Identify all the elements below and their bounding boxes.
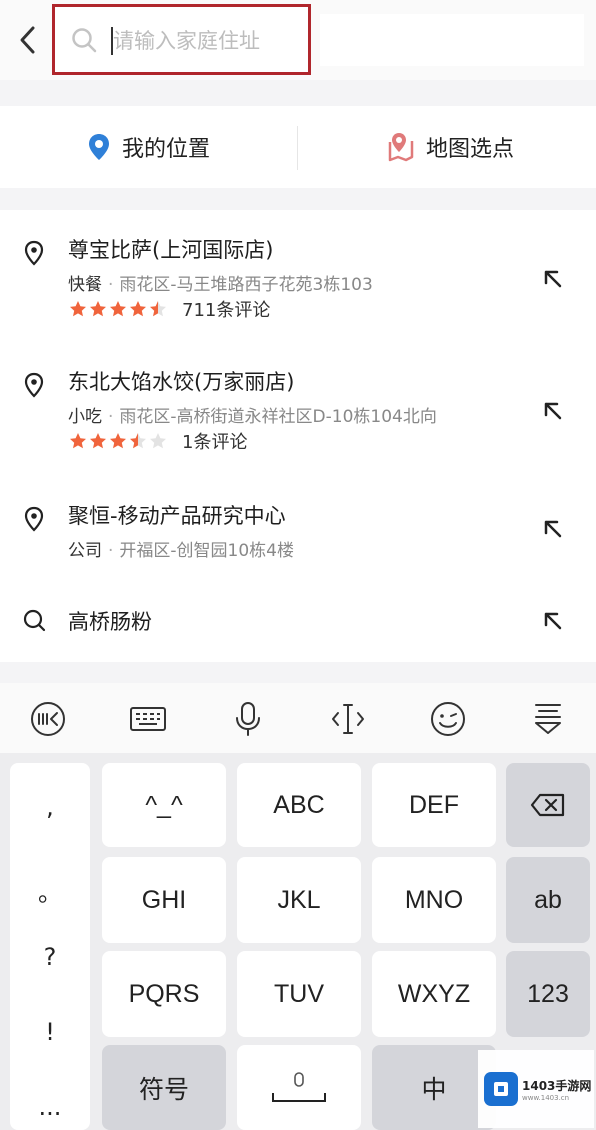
star-icon — [130, 301, 146, 317]
key-tuv[interactable]: TUV — [237, 951, 361, 1037]
space-mic-icon — [272, 1071, 326, 1102]
punct-key[interactable]: ? — [10, 943, 90, 971]
my-location-button[interactable]: 我的位置 — [88, 106, 210, 188]
key-emoticon[interactable]: ^_^ — [102, 763, 226, 847]
result-category: 公司 — [68, 541, 102, 561]
pin-icon — [24, 240, 44, 266]
emoji-icon[interactable] — [428, 699, 468, 739]
punct-key[interactable]: , — [10, 793, 90, 821]
watermark: 1403手游网 www.1403.cn — [478, 1050, 594, 1128]
result-item[interactable]: 东北大馅水饺(万家丽店) 小吃 · 雨花区-高桥街道永祥社区D-10栋104北向 1… — [0, 362, 596, 482]
star-rating — [68, 300, 168, 318]
star-icon — [90, 301, 106, 317]
hide-keyboard-icon[interactable] — [528, 699, 568, 739]
punctuation-column[interactable]: , 。 ? ! ... — [10, 763, 90, 1130]
space-key[interactable] — [237, 1045, 361, 1130]
star-icon — [70, 301, 86, 317]
star-icon — [150, 301, 166, 317]
divider — [297, 126, 298, 170]
microphone-icon[interactable] — [228, 699, 268, 739]
fill-arrow-icon[interactable] — [540, 398, 566, 424]
location-pin-icon — [89, 134, 109, 160]
backspace-icon — [530, 793, 565, 817]
back-icon[interactable] — [14, 24, 42, 56]
result-item[interactable]: 尊宝比萨(上河国际店) 快餐 · 雨花区-马王堆路西子花苑3栋103 711条评论 — [0, 230, 596, 350]
location-bar: 我的位置 地图选点 — [0, 106, 596, 188]
star-rating — [68, 432, 168, 450]
review-count: 711条评论 — [182, 300, 271, 321]
key-jkl[interactable]: JKL — [237, 857, 361, 943]
address-search-input[interactable] — [113, 21, 303, 61]
keyboard-icon[interactable] — [128, 699, 168, 739]
result-address: 雨花区-高桥街道永祥社区D-10栋104北向 — [119, 407, 437, 427]
my-location-label: 我的位置 — [122, 137, 211, 162]
key-def[interactable]: DEF — [372, 763, 496, 847]
result-rating: 1条评论 — [68, 428, 247, 454]
search-icon — [23, 609, 46, 632]
key-ab[interactable]: ab — [506, 857, 590, 943]
watermark-url: www.1403.cn — [522, 1093, 570, 1102]
search-suggestion-item[interactable]: 高桥肠粉 — [0, 600, 596, 650]
result-item[interactable]: 聚恒-移动产品研究中心 公司 · 开福区-创智园10栋4楼 — [0, 496, 596, 586]
ime-logo-icon[interactable] — [28, 699, 68, 739]
review-count: 1条评论 — [182, 432, 248, 453]
result-title: 聚恒-移动产品研究中心 — [68, 504, 286, 528]
result-address: 开福区-创智园10栋4楼 — [119, 541, 294, 561]
pin-icon — [24, 372, 44, 398]
map-pick-label: 地图选点 — [426, 137, 515, 162]
map-pin-icon — [388, 133, 414, 162]
keyboard-toolbar — [0, 683, 596, 753]
key-123[interactable]: 123 — [506, 951, 590, 1037]
search-icon — [72, 28, 97, 53]
fill-arrow-icon[interactable] — [540, 608, 566, 634]
search-results-list: 尊宝比萨(上河国际店) 快餐 · 雨花区-马王堆路西子花苑3栋103 711条评论 … — [0, 210, 596, 662]
result-address: 雨花区-马王堆路西子花苑3栋103 — [119, 275, 373, 295]
fill-arrow-icon[interactable] — [540, 516, 566, 542]
suggestion-title: 高桥肠粉 — [68, 610, 152, 634]
key-pqrs[interactable]: PQRS — [102, 951, 226, 1037]
key-abc[interactable]: ABC — [237, 763, 361, 847]
map-pick-button[interactable]: 地图选点 — [386, 106, 514, 188]
backspace-key[interactable] — [506, 763, 590, 847]
result-subtitle: 小吃 · 雨花区-高桥街道永祥社区D-10栋104北向 — [68, 407, 437, 427]
result-title: 东北大馅水饺(万家丽店) — [68, 370, 295, 394]
star-icon — [90, 433, 106, 449]
result-category: 快餐 — [68, 275, 102, 295]
star-icon — [110, 433, 126, 449]
punct-key[interactable]: 。 — [10, 873, 90, 908]
star-icon — [70, 433, 86, 449]
result-title: 尊宝比萨(上河国际店) — [68, 238, 274, 262]
watermark-logo-icon — [484, 1072, 518, 1106]
key-wxyz[interactable]: WXYZ — [372, 951, 496, 1037]
star-icon — [130, 433, 146, 449]
cursor-move-icon[interactable] — [328, 699, 368, 739]
result-category: 小吃 — [68, 407, 102, 427]
search-box[interactable] — [52, 4, 311, 75]
search-field-extension[interactable] — [320, 14, 584, 66]
result-rating: 711条评论 — [68, 296, 270, 322]
star-icon — [110, 301, 126, 317]
fill-arrow-icon[interactable] — [540, 266, 566, 292]
key-symbols[interactable]: 符号 — [102, 1045, 226, 1130]
star-icon — [150, 433, 166, 449]
punct-key[interactable]: ! — [10, 1018, 90, 1046]
pin-icon — [24, 506, 44, 532]
result-subtitle: 公司 · 开福区-创智园10栋4楼 — [68, 541, 294, 561]
search-header — [0, 0, 596, 80]
key-ghi[interactable]: GHI — [102, 857, 226, 943]
punct-key[interactable]: ... — [10, 1093, 90, 1121]
key-mno[interactable]: MNO — [372, 857, 496, 943]
watermark-text: 1403手游网 — [522, 1078, 592, 1093]
result-subtitle: 快餐 · 雨花区-马王堆路西子花苑3栋103 — [68, 275, 373, 295]
